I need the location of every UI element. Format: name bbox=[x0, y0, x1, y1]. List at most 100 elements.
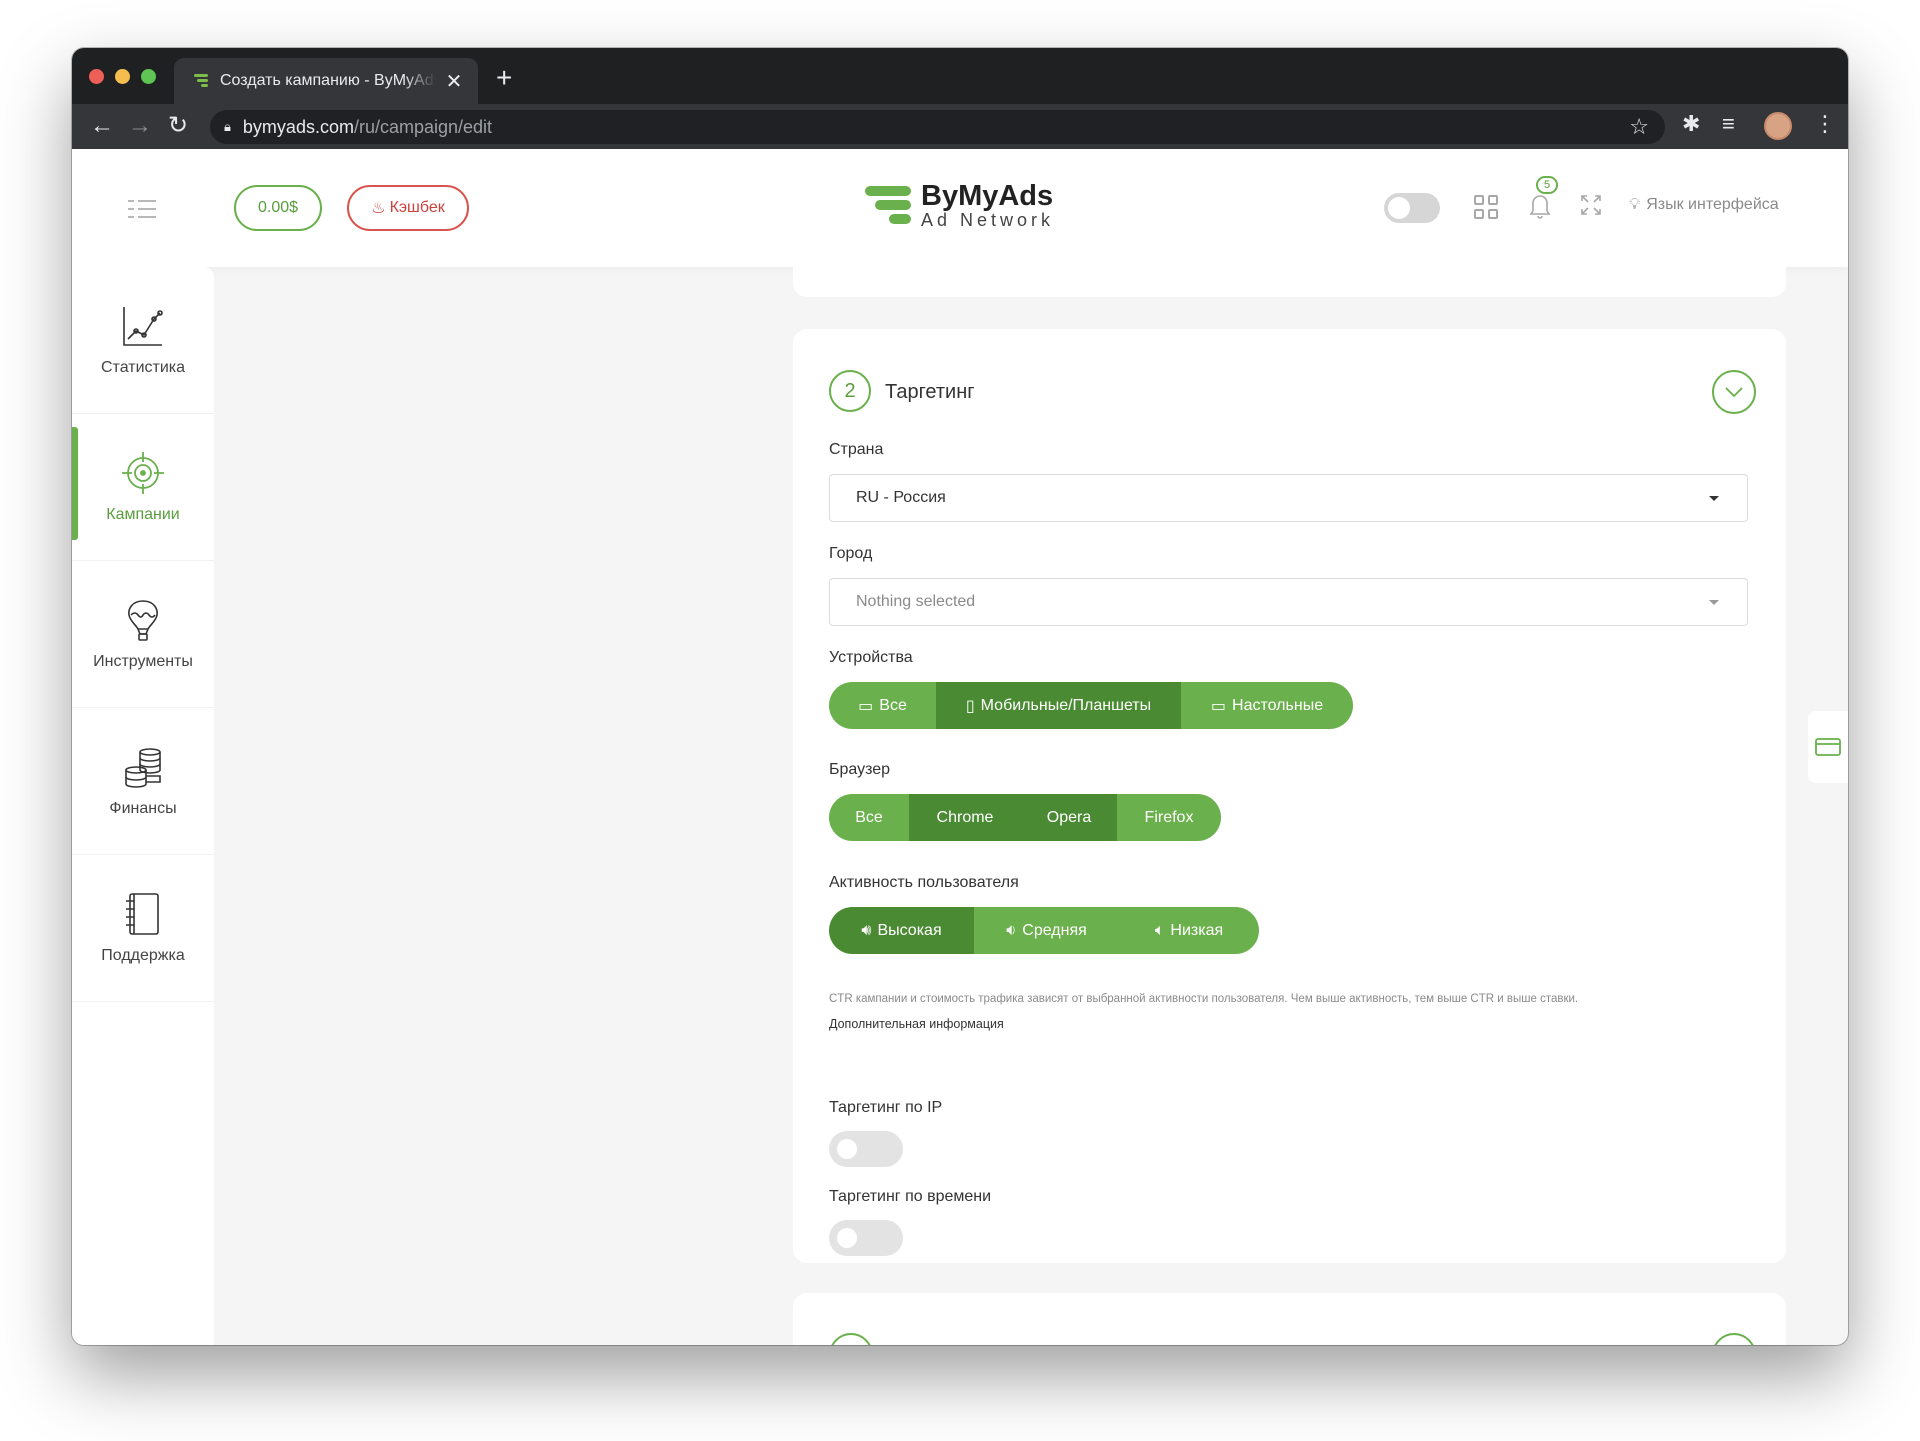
activity-low-label: Низкая bbox=[1170, 921, 1224, 939]
country-select[interactable]: RU - Россия bbox=[829, 474, 1748, 522]
section-title: Таргетинг bbox=[885, 381, 975, 403]
caret-down-icon bbox=[1709, 600, 1719, 605]
tab-title: Создать кампанию - ByMyAds bbox=[220, 72, 436, 89]
extensions-icon[interactable]: ✱ bbox=[1682, 111, 1700, 137]
browser-toolbar: ← → ↻ 🔒︎ bymyads.com/ru/campaign/edit ☆ … bbox=[72, 104, 1848, 149]
sidebar-item-label: Статистика bbox=[100, 359, 186, 376]
minimize-window-button[interactable] bbox=[115, 69, 130, 84]
floating-card-button[interactable] bbox=[1808, 711, 1848, 783]
chevron-down-icon bbox=[1725, 387, 1743, 398]
theme-toggle[interactable] bbox=[1384, 193, 1440, 223]
activity-high-button[interactable]: 🔊︎ Высокая bbox=[829, 907, 974, 954]
fire-icon: ♨ bbox=[371, 200, 386, 217]
sidebar-item-statistics[interactable]: Статистика bbox=[72, 267, 214, 414]
device-mobile-button[interactable]: ▯ Мобильные/Планшеты bbox=[936, 682, 1181, 729]
device-all-button[interactable]: ▭ Все bbox=[829, 682, 936, 729]
window-controls bbox=[89, 69, 156, 84]
close-window-button[interactable] bbox=[89, 69, 104, 84]
activity-group: 🔊︎ Высокая 🔉︎ Средняя 🔈︎ Низкая bbox=[829, 907, 1259, 954]
reload-icon[interactable]: ↻ bbox=[168, 112, 188, 140]
logo-mark-icon bbox=[865, 182, 911, 228]
browser-window: Создать кампанию - ByMyAds ✕ + ← → ↻ 🔒︎ … bbox=[72, 48, 1848, 1345]
back-icon[interactable]: ← bbox=[90, 112, 114, 140]
coins-icon bbox=[125, 748, 161, 788]
phone-icon: ▯ bbox=[965, 697, 975, 715]
devices-group: ▭ Все ▯ Мобильные/Планшеты ▭ Настольные bbox=[829, 682, 1353, 729]
sidebar-item-finance[interactable]: Финансы bbox=[72, 708, 214, 855]
notebook-icon bbox=[126, 893, 159, 935]
notification-badge: 5 bbox=[1536, 176, 1558, 194]
more-info-link[interactable]: Дополнительная информация bbox=[829, 1017, 1004, 1031]
volume-high-icon: 🔊︎ bbox=[861, 921, 872, 939]
apps-grid-icon[interactable] bbox=[1474, 195, 1498, 219]
browser-opera-button[interactable]: Opera bbox=[1021, 794, 1117, 841]
ip-targeting-switch[interactable] bbox=[829, 1131, 903, 1167]
chart-icon bbox=[123, 307, 163, 346]
logo-subtitle: Ad Network bbox=[921, 210, 1055, 230]
activity-label: Активность пользователя bbox=[829, 874, 1019, 891]
previous-section-card bbox=[793, 228, 1786, 297]
browser-tab[interactable]: Создать кампанию - ByMyAds ✕ bbox=[174, 58, 478, 104]
activity-low-button[interactable]: 🔈︎ Низкая bbox=[1119, 907, 1259, 954]
sidebar-item-tools[interactable]: Инструменты bbox=[72, 561, 214, 708]
browser-label: Браузер bbox=[829, 761, 891, 778]
sidebar-item-label: Кампании bbox=[106, 506, 180, 523]
sidebar-item-support[interactable]: Поддержка bbox=[72, 855, 214, 1002]
browser-firefox-button[interactable]: Firefox bbox=[1117, 794, 1221, 841]
tab-strip: Создать кампанию - ByMyAds ✕ + bbox=[72, 48, 1848, 104]
monitor-icon: ▭ bbox=[858, 697, 874, 715]
fullscreen-icon[interactable] bbox=[1579, 193, 1603, 217]
time-targeting-switch[interactable] bbox=[829, 1220, 903, 1256]
forward-icon[interactable]: → bbox=[128, 112, 152, 140]
ip-targeting-label: Таргетинг по IP bbox=[829, 1099, 943, 1116]
city-label: Город bbox=[829, 545, 873, 562]
profile-avatar[interactable] bbox=[1764, 112, 1792, 140]
language-label: Язык интерфейса bbox=[1646, 196, 1779, 213]
collapse-button[interactable] bbox=[1712, 370, 1756, 414]
cashback-button[interactable]: ♨ Кэшбек bbox=[347, 185, 469, 231]
device-desktop-label: Настольные bbox=[1232, 696, 1324, 714]
browser-chrome-button[interactable]: Chrome bbox=[909, 794, 1021, 841]
logo[interactable]: ByMyAds Ad Network bbox=[865, 181, 1054, 229]
language-selector[interactable]: 💡︎ Язык интерфейса bbox=[1629, 196, 1779, 214]
sidebar-item-label: Инструменты bbox=[93, 653, 193, 670]
caret-down-icon bbox=[1709, 496, 1719, 501]
collapse-button[interactable] bbox=[1712, 1333, 1756, 1345]
credit-card-icon bbox=[1815, 738, 1841, 756]
sidebar: Статистика Кампании Инструменты Финансы bbox=[72, 267, 214, 1345]
menu-toggle-icon[interactable] bbox=[128, 200, 156, 218]
step-number: 2 bbox=[829, 370, 871, 412]
activity-high-label: Высокая bbox=[877, 921, 942, 939]
volume-low-icon: 🔈︎ bbox=[1154, 921, 1165, 939]
logo-title: ByMyAds bbox=[921, 180, 1054, 212]
zoom-window-button[interactable] bbox=[141, 69, 156, 84]
tab-close-icon[interactable]: ✕ bbox=[444, 69, 464, 94]
cashback-label: Кэшбек bbox=[389, 199, 445, 216]
new-tab-button[interactable]: + bbox=[496, 64, 512, 92]
menu-kebab-icon[interactable]: ⋮ bbox=[1814, 111, 1836, 137]
url-path: /ru/campaign/edit bbox=[353, 116, 493, 137]
browser-all-button[interactable]: Все bbox=[829, 794, 909, 841]
activity-medium-label: Средняя bbox=[1022, 921, 1087, 939]
time-targeting-label: Таргетинг по времени bbox=[829, 1188, 992, 1205]
lock-icon: 🔒︎ bbox=[224, 119, 231, 134]
country-value: RU - Россия bbox=[856, 489, 946, 506]
sidebar-item-campaigns[interactable]: Кампании bbox=[72, 414, 214, 561]
device-all-label: Все bbox=[879, 696, 907, 714]
target-icon bbox=[122, 452, 164, 494]
device-mobile-label: Мобильные/Планшеты bbox=[980, 696, 1152, 714]
bookmark-star-icon[interactable]: ☆ bbox=[1629, 114, 1649, 140]
targeting-card: 2 Таргетинг Страна RU - Россия Город Not… bbox=[793, 329, 1786, 1263]
next-section-card bbox=[793, 1293, 1786, 1345]
address-bar[interactable]: 🔒︎ bymyads.com/ru/campaign/edit ☆ bbox=[210, 110, 1665, 144]
sidebar-item-label: Поддержка bbox=[101, 947, 185, 964]
devices-label: Устройства bbox=[829, 649, 913, 666]
media-queue-icon[interactable]: ≡ bbox=[1722, 111, 1735, 137]
activity-medium-button[interactable]: 🔉︎ Средняя bbox=[974, 907, 1119, 954]
bell-icon[interactable] bbox=[1528, 192, 1552, 220]
country-label: Страна bbox=[829, 441, 884, 458]
volume-medium-icon: 🔉︎ bbox=[1006, 921, 1017, 939]
device-desktop-button[interactable]: ▭ Настольные bbox=[1181, 682, 1353, 729]
city-select[interactable]: Nothing selected bbox=[829, 578, 1748, 626]
balance-button[interactable]: 0.00$ bbox=[234, 185, 322, 231]
